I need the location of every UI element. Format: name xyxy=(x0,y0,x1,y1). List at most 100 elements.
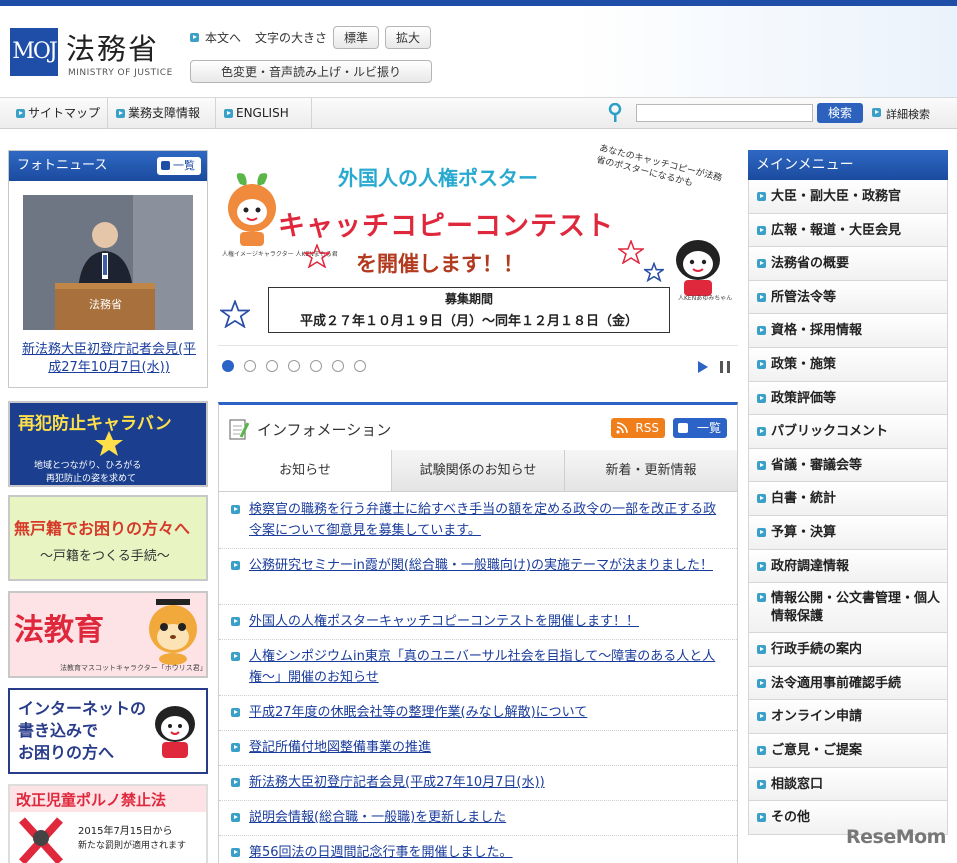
tab-notices[interactable]: お知らせ xyxy=(219,450,391,491)
list-item: 検察官の職務を行う弁護士に給すべき手当の額を定める政令の一部を改正する政令案につ… xyxy=(219,493,737,549)
skip-to-content-link[interactable]: 本文へ xyxy=(205,29,241,46)
search-pin-icon xyxy=(608,103,622,122)
menu-item-label: 所管法令等 xyxy=(771,289,837,305)
carousel-dot-3[interactable] xyxy=(266,360,278,372)
news-link[interactable]: 新法務大臣初登庁記者会見(平成27年10月7日(水)) xyxy=(249,775,545,790)
menu-item-label: 法務省の概要 xyxy=(771,256,850,272)
news-link[interactable]: 検察官の職務を行う弁護士に給すべき手当の額を定める政令の一部を改正する政令案につ… xyxy=(249,502,716,538)
star-outline-icon xyxy=(644,262,664,282)
logo-japanese[interactable]: 法務省 xyxy=(66,26,159,68)
caravan-banner[interactable]: 再犯防止キャラバン 地域とつながり、ひろがる 再犯防止の姿を求めて xyxy=(8,401,208,487)
minister-photo[interactable]: 法務省 xyxy=(23,195,193,330)
tab-new-updates[interactable]: 新着・更新情報 xyxy=(564,450,737,491)
menu-item-no-action-letter[interactable]: 法令適用事前確認手続 xyxy=(748,666,948,701)
photo-news-panel: フォトニュース 一覧 法務省 新法務大臣初登庁記者会見(平成27年10月7日(水… xyxy=(8,150,208,388)
moj-logo-mark[interactable]: MOJ xyxy=(10,28,58,76)
law-education-banner[interactable]: 法教育 法教育マスコットキャラクター「ホウリス君」 xyxy=(8,591,208,678)
search-button[interactable]: 検索 xyxy=(817,103,863,123)
news-link[interactable]: 外国人の人権ポスターキャッチコピーコンテストを開催します！！ xyxy=(249,614,639,629)
arrow-bullet-icon xyxy=(757,561,766,571)
menu-item-information-disclosure[interactable]: 情報公開・公文書管理・個人情報保護 xyxy=(748,583,948,634)
nav-label: 業務支障情報 xyxy=(128,106,201,120)
carousel-play-icon[interactable] xyxy=(698,361,708,373)
news-list: 検察官の職務を行う弁護士に給すべき手当の額を定める政令の一部を改正する政令案につ… xyxy=(219,493,737,863)
menu-item-white-papers[interactable]: 白書・統計 xyxy=(748,482,948,516)
accessibility-button[interactable]: 色変更・音声読み上げ・ルビ振り xyxy=(190,60,432,83)
hero-right-character-label: 人KENあゆみちゃん xyxy=(678,295,733,302)
nav-english[interactable]: ENGLISH xyxy=(216,98,312,129)
news-link[interactable]: 第56回法の日週間記念行事を開催しました。 xyxy=(249,845,513,860)
menu-item-councils[interactable]: 省議・審議会等 xyxy=(748,448,948,483)
photo-news-caption-link[interactable]: 新法務大臣初登庁記者会見(平成27年10月7日(水)) xyxy=(19,341,199,377)
porno-law-title: 改正児童ポルノ禁止法 xyxy=(16,791,167,809)
arrow-bullet-icon xyxy=(757,813,766,823)
tab-exam-notices[interactable]: 試験関係のお知らせ xyxy=(391,450,564,491)
search-input[interactable] xyxy=(636,104,813,122)
news-link[interactable]: 説明会情報(総合職・一般職)を更新しました xyxy=(249,810,506,825)
main-menu: メインメニュー 大臣・副大臣・政務官 広報・報道・大臣会見 法務省の概要 所管法… xyxy=(748,150,948,835)
nav-label: サイトマップ xyxy=(28,106,101,120)
menu-item-online-application[interactable]: オンライン申請 xyxy=(748,700,948,734)
menu-item-press[interactable]: 広報・報道・大臣会見 xyxy=(748,213,948,248)
arrow-bullet-icon xyxy=(757,678,766,688)
advanced-search-link[interactable]: 詳細検索 xyxy=(872,106,930,122)
list-item: 外国人の人権ポスターキャッチコピーコンテストを開催します！！ xyxy=(219,605,737,640)
arrow-bullet-icon xyxy=(231,652,240,661)
hero-period-dates: 平成２７年１０月１９日（月）〜同年１２月１８日（金） xyxy=(299,314,638,329)
news-link[interactable]: 公務研究セミナーin霞が関(総合職・一般職向け)の実施テーマが決まりました！ xyxy=(249,558,713,573)
nav-service-disruption[interactable]: 業務支障情報 xyxy=(108,98,216,129)
menu-item-label: 相談窓口 xyxy=(771,776,824,792)
news-link[interactable]: 登記所備付地図整備事業の推進 xyxy=(249,740,431,755)
menu-item-procurement[interactable]: 政府調達情報 xyxy=(748,549,948,584)
carousel-pause-icon[interactable] xyxy=(720,361,730,373)
carousel-dot-4[interactable] xyxy=(288,360,300,372)
menu-item-label: 政策評価等 xyxy=(771,390,837,406)
carousel-dot-7[interactable] xyxy=(354,360,366,372)
menu-item-policy-evaluation[interactable]: 政策評価等 xyxy=(748,381,948,416)
menu-item-feedback[interactable]: ご意見・ご提案 xyxy=(748,733,948,768)
menu-item-ministers[interactable]: 大臣・副大臣・政務官 xyxy=(748,180,948,214)
menu-item-laws[interactable]: 所管法令等 xyxy=(748,280,948,315)
koseki-banner[interactable]: 無戸籍でお困りの方々へ 〜戸籍をつくる手続〜 xyxy=(8,495,208,581)
ayumi-chan-mascot-icon xyxy=(155,706,195,758)
star-outline-icon xyxy=(304,244,330,268)
rss-button[interactable]: RSS xyxy=(611,418,665,438)
internet-help-banner[interactable]: インターネットの 書き込みで お困りの方へ xyxy=(8,688,208,774)
arrow-bullet-icon xyxy=(757,359,766,369)
carousel-dot-1[interactable] xyxy=(222,360,234,372)
menu-item-consultation[interactable]: 相談窓口 xyxy=(748,767,948,802)
arrow-bullet-icon xyxy=(872,108,881,117)
menu-item-administrative-procedures[interactable]: 行政手続の案内 xyxy=(748,633,948,667)
carousel-dot-2[interactable] xyxy=(244,360,256,372)
menu-item-label: ご意見・ご提案 xyxy=(771,742,863,758)
nav-sitemap[interactable]: サイトマップ xyxy=(8,98,108,129)
list-item: 公務研究セミナーin霞が関(総合職・一般職向け)の実施テーマが決まりました！ xyxy=(219,549,737,605)
child-porn-law-banner[interactable]: 改正児童ポルノ禁止法 2015年7月15日から 新たな罰則が適用されます xyxy=(8,784,208,863)
carousel-dot-6[interactable] xyxy=(332,360,344,372)
information-list-button[interactable]: 一覧 xyxy=(673,418,727,438)
news-link[interactable]: 人権シンポジウムin東京「真のユニバーサル社会を目指して〜障害のある人と人権〜」… xyxy=(249,649,715,685)
podium-label: 法務省 xyxy=(89,298,122,311)
menu-item-label: 情報公開・公文書管理・個人情報保護 xyxy=(771,591,941,625)
hero-side-text: あなたのキャッチコピーが法務省のポスターになるかも xyxy=(595,143,723,189)
carousel-dots xyxy=(222,360,366,372)
arrow-bullet-icon xyxy=(757,527,766,537)
arrow-bullet-icon xyxy=(757,326,766,336)
arrow-bullet-icon xyxy=(757,393,766,403)
menu-item-overview[interactable]: 法務省の概要 xyxy=(748,247,948,281)
arrow-bullet-icon xyxy=(231,813,240,822)
menu-item-recruitment[interactable]: 資格・採用情報 xyxy=(748,314,948,348)
news-link[interactable]: 平成27年度の休眠会社等の整理作業(みなし解散)について xyxy=(249,705,587,720)
menu-item-label: 省議・審議会等 xyxy=(771,457,863,473)
prohibition-x-icon xyxy=(19,817,63,863)
star-outline-icon xyxy=(618,240,644,264)
menu-item-public-comment[interactable]: パブリックコメント xyxy=(748,415,948,449)
font-large-button[interactable]: 拡大 xyxy=(385,26,432,49)
list-button-label: 一覧 xyxy=(696,421,721,435)
menu-item-budget[interactable]: 予算・決算 xyxy=(748,515,948,550)
carousel-dot-5[interactable] xyxy=(310,360,322,372)
photo-news-list-button[interactable]: 一覧 xyxy=(157,157,201,175)
font-standard-button[interactable]: 標準 xyxy=(333,26,380,49)
menu-item-policies[interactable]: 政策・施策 xyxy=(748,347,948,382)
hero-carousel-slide[interactable]: 人権イメージキャラクター 人KENまもる君 外国人の人権ポスター キャッチコピー… xyxy=(218,144,738,346)
